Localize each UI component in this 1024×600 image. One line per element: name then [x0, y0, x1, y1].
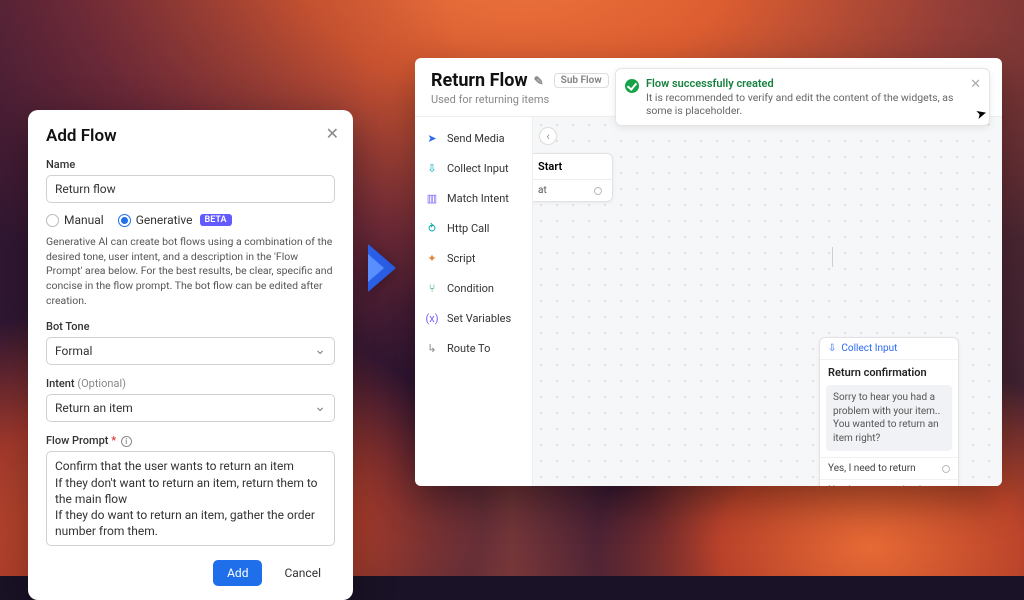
palette-item[interactable]: ⇩Collect Input: [415, 153, 532, 183]
flow-prompt-textarea[interactable]: Confirm that the user wants to return an…: [46, 451, 335, 546]
widget-icon: ⑂: [425, 281, 439, 295]
close-icon[interactable]: ✕: [326, 124, 339, 143]
flow-editor-window: Return Flow ✎ Sub Flow Used for returnin…: [415, 58, 1002, 486]
widget-icon: ➤: [425, 131, 439, 145]
cursor-icon: ➤: [974, 106, 988, 123]
widget-icon: ▥: [425, 191, 439, 205]
port-icon[interactable]: [594, 187, 602, 195]
cancel-button[interactable]: Cancel: [270, 560, 335, 586]
add-button[interactable]: Add: [213, 560, 262, 586]
palette-item[interactable]: ⥁Http Call: [415, 213, 532, 243]
check-icon: [625, 79, 639, 93]
transition-arrow-icon: [368, 244, 396, 292]
flow-type-tag: Sub Flow: [554, 73, 609, 88]
widget-icon: ⥁: [425, 221, 439, 235]
flow-prompt-label: Flow Prompt * i: [46, 434, 335, 447]
flow-title: Return Flow ✎ Sub Flow: [431, 70, 609, 91]
toast-close-icon[interactable]: ✕: [970, 77, 981, 92]
mode-manual-radio[interactable]: Manual: [46, 213, 104, 227]
generative-help-text: Generative AI can create bot flows using…: [46, 235, 335, 308]
collect-input-icon: ⇩: [828, 343, 836, 354]
edit-title-icon[interactable]: ✎: [534, 74, 544, 88]
intent-select[interactable]: Return an item: [46, 394, 335, 422]
palette-item[interactable]: ↳Route To: [415, 333, 532, 363]
collect-input-node-1[interactable]: ⇩Collect Input Return confirmation Sorry…: [819, 337, 959, 486]
widget-icon: ↳: [425, 341, 439, 355]
mode-generative-radio[interactable]: Generative BETA: [118, 213, 232, 227]
toast-title: Flow successfully created: [646, 77, 959, 90]
flow-subtitle: Used for returning items: [431, 93, 609, 106]
toast-description: It is recommended to verify and edit the…: [646, 91, 959, 117]
success-toast: Flow successfully created It is recommen…: [615, 68, 990, 126]
name-input[interactable]: Return flow: [46, 175, 335, 203]
beta-badge: BETA: [200, 214, 232, 226]
add-flow-modal: Add Flow ✕ Name Return flow Manual Gener…: [28, 110, 353, 600]
intent-label: Intent (Optional): [46, 377, 335, 390]
port-icon[interactable]: [942, 465, 950, 473]
widget-palette: ➤Send Media⇩Collect Input▥Match Intent⥁H…: [415, 117, 533, 486]
modal-title: Add Flow: [46, 126, 335, 146]
palette-item[interactable]: (x)Set Variables: [415, 303, 532, 333]
start-node[interactable]: Start at: [533, 153, 613, 202]
widget-icon: ⇩: [425, 161, 439, 175]
flow-canvas[interactable]: ‹ Start at ⇩Collect Input Return confirm…: [533, 117, 1002, 486]
palette-item[interactable]: ⑂Condition: [415, 273, 532, 303]
info-icon[interactable]: i: [121, 436, 132, 447]
palette-item[interactable]: ➤Send Media: [415, 123, 532, 153]
bot-tone-label: Bot Tone: [46, 320, 335, 333]
name-label: Name: [46, 158, 335, 171]
widget-icon: (x): [425, 311, 439, 325]
collapse-palette-button[interactable]: ‹: [539, 127, 557, 145]
widget-icon: ✦: [425, 251, 439, 265]
palette-item[interactable]: ▥Match Intent: [415, 183, 532, 213]
palette-item[interactable]: ✦Script: [415, 243, 532, 273]
bot-tone-select[interactable]: Formal: [46, 337, 335, 365]
